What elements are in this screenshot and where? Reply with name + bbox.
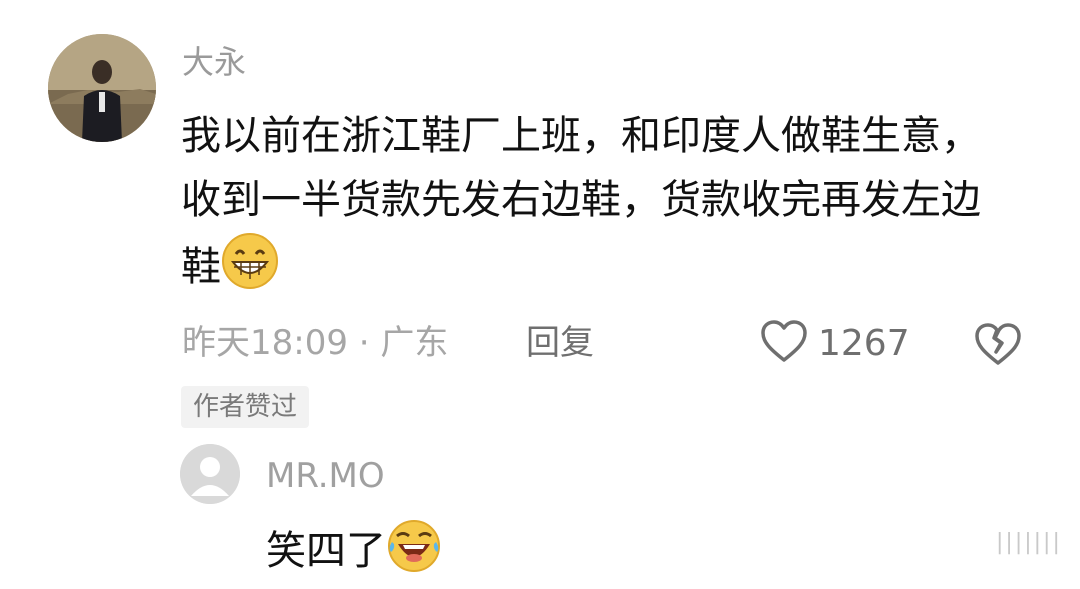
comment-username[interactable]: 大永 [182, 40, 246, 84]
like-button[interactable]: 1267 [760, 318, 910, 368]
broken-heart-icon [974, 323, 1022, 371]
like-count: 1267 [818, 322, 910, 364]
rolling-laughing-face-icon [386, 518, 442, 589]
reply-button[interactable]: 回复 [526, 320, 594, 366]
comment-time: 昨天18:09 [182, 323, 348, 363]
comment-meta: 昨天18:09 · 广东 [182, 320, 448, 366]
default-user-icon [180, 444, 240, 504]
reply-username[interactable]: MR.MO [266, 454, 385, 498]
comment-location: 广东 [380, 323, 449, 363]
comment-text: 我以前在浙江鞋厂上班，和印度人做鞋生意，收到一半货款先发右边鞋，货款收完再发左边… [181, 104, 1001, 309]
watermark: ||||||| [996, 530, 1062, 555]
meta-separator: · [358, 323, 370, 363]
user-avatar[interactable] [48, 34, 156, 142]
reply-avatar[interactable] [180, 444, 240, 504]
reply-text: 笑四了 [266, 518, 442, 589]
comment-card: 大永 我以前在浙江鞋厂上班，和印度人做鞋生意，收到一半货款先发右边鞋，货款收完再… [0, 0, 1080, 586]
grinning-face-icon [221, 232, 279, 309]
dislike-button[interactable] [974, 321, 1022, 367]
reply-item: MR.MO 笑四了 [180, 444, 1040, 584]
heart-icon [760, 319, 808, 367]
reply-text-body: 笑四了 [266, 528, 386, 574]
comment-text-body: 我以前在浙江鞋厂上班，和印度人做鞋生意，收到一半货款先发右边鞋，货款收完再发左边… [181, 113, 981, 290]
author-liked-badge: 作者赞过 [181, 386, 310, 428]
